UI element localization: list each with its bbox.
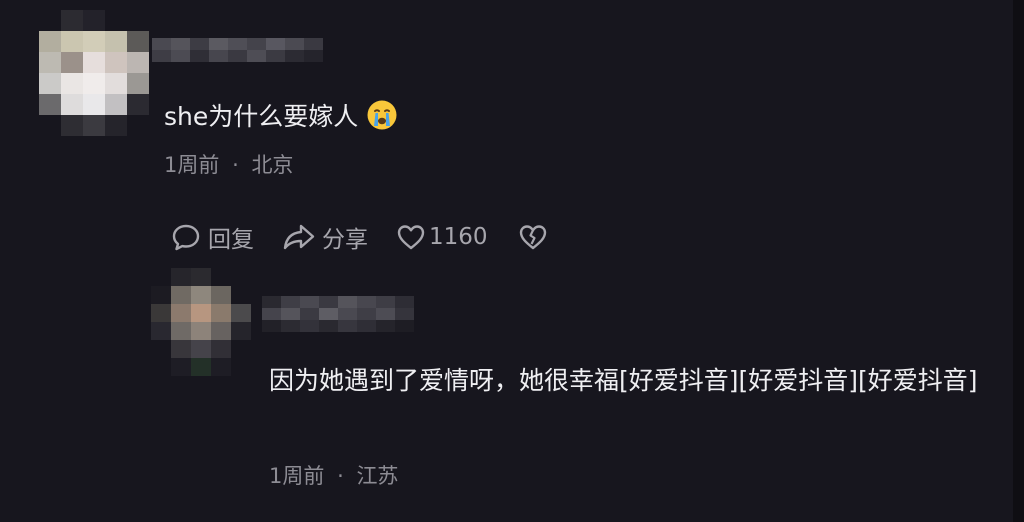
reply-time: 1周前 xyxy=(269,464,325,488)
window-edge xyxy=(1013,0,1024,522)
comment-text: she为什么要嫁人 xyxy=(164,94,398,146)
username[interactable] xyxy=(152,38,323,62)
broken-heart-icon xyxy=(518,223,548,251)
reply-meta: 1周前 · 江苏 xyxy=(269,460,398,490)
comment-time: 1周前 xyxy=(164,153,220,177)
reply-avatar[interactable] xyxy=(151,268,251,376)
comment-location: 北京 xyxy=(251,153,294,177)
share-button[interactable]: 分享 xyxy=(282,220,368,254)
share-label: 分享 xyxy=(322,227,368,253)
heart-outline-icon xyxy=(396,223,426,251)
meta-separator: · xyxy=(232,153,239,177)
crying-face-icon xyxy=(366,99,398,146)
like-count: 1160 xyxy=(429,224,488,250)
avatar[interactable] xyxy=(39,10,149,136)
reply-username[interactable] xyxy=(262,296,414,332)
chat-bubble-icon xyxy=(170,221,202,253)
comment-meta: 1周前 · 北京 xyxy=(164,149,293,179)
reply-label: 回复 xyxy=(208,227,254,253)
comment-actions: 回复 分享 1160 xyxy=(170,217,548,257)
meta-separator: · xyxy=(337,464,344,488)
reply-text: 因为她遇到了爱情呀，她很幸福[好爱抖音][好爱抖音][好爱抖音] xyxy=(269,366,978,395)
reply-button[interactable]: 回复 xyxy=(170,220,254,254)
dislike-button[interactable] xyxy=(518,223,548,251)
reply-location: 江苏 xyxy=(356,464,399,488)
like-button[interactable]: 1160 xyxy=(396,223,488,251)
share-arrow-icon xyxy=(282,222,316,252)
